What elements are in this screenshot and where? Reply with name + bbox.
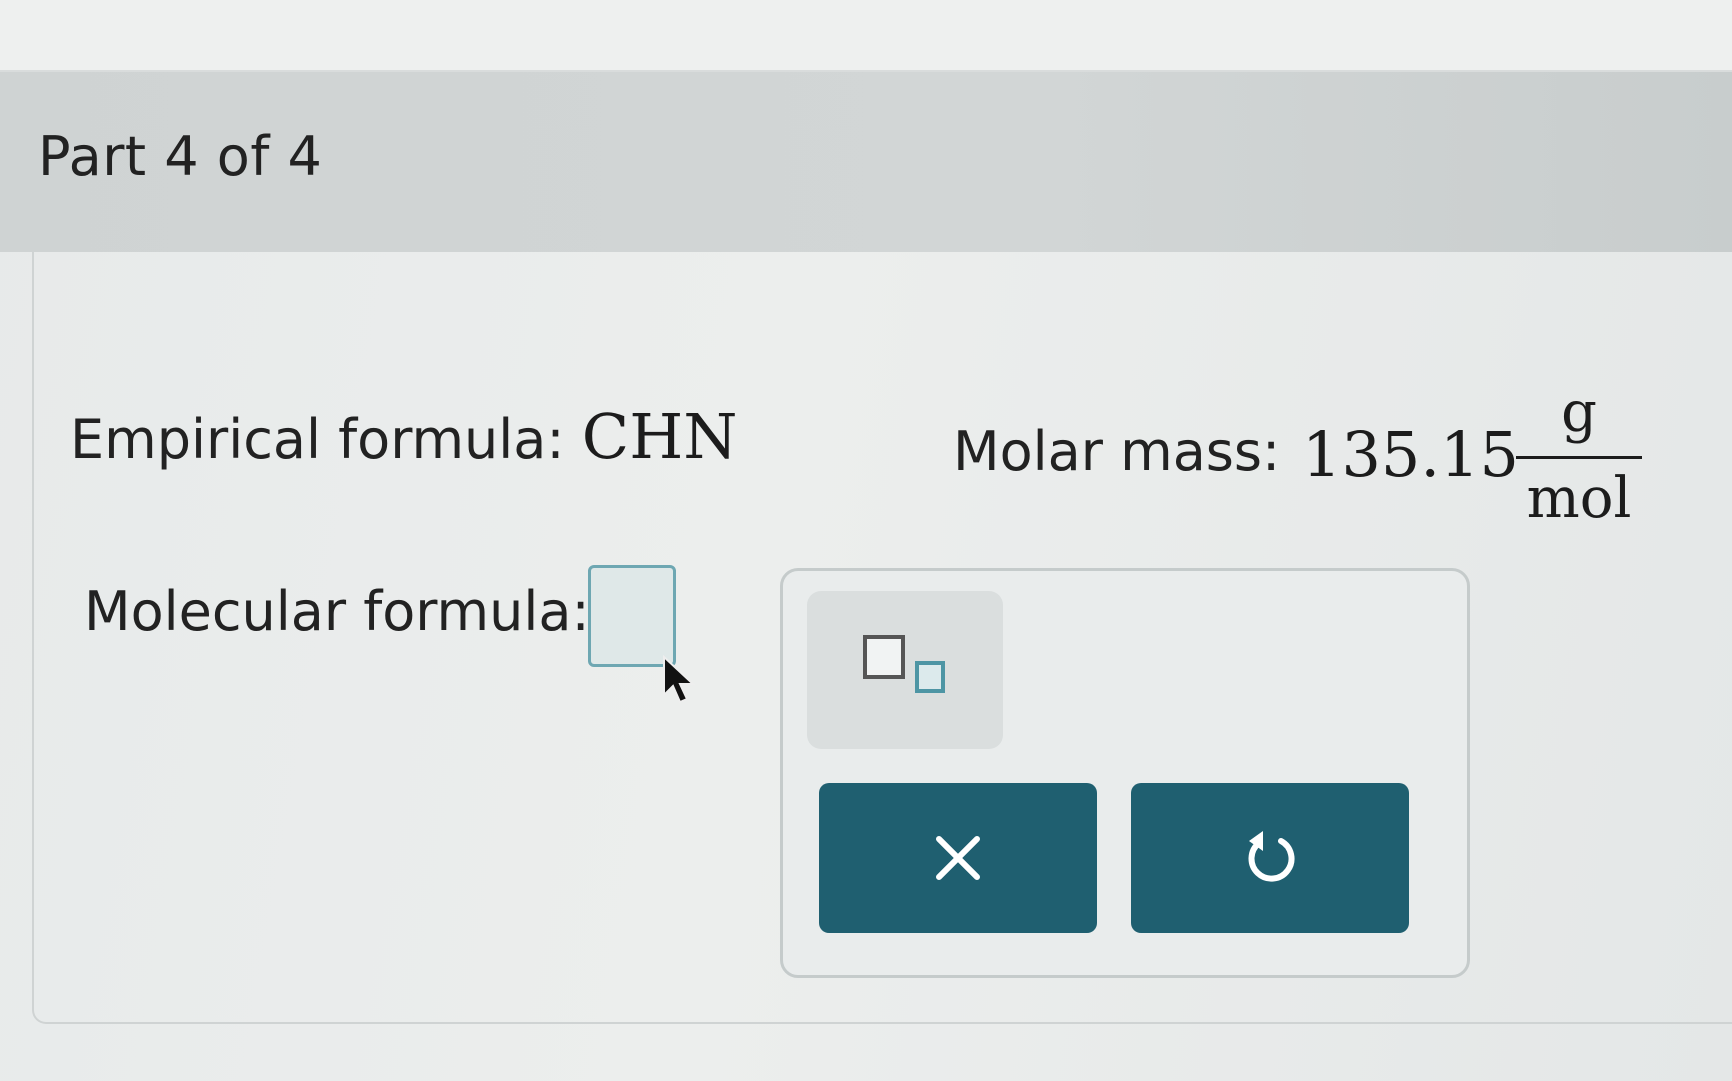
close-icon — [936, 836, 980, 880]
undo-button[interactable] — [1131, 783, 1409, 933]
molar-mass-label: Molar mass: — [953, 420, 1281, 483]
part-title: Part 4 of 4 — [38, 125, 323, 188]
empirical-formula-value: CHN — [581, 400, 738, 473]
mouse-pointer-icon — [663, 655, 696, 704]
empirical-formula-label: Empirical formula: — [70, 408, 565, 471]
molar-mass-unit: g mol — [1516, 380, 1642, 540]
formula-palette — [780, 568, 1470, 978]
empirical-formula-row: Empirical formula: CHN — [70, 400, 738, 473]
molar-mass-value: 135.15 — [1302, 418, 1519, 491]
fraction-bar — [1516, 456, 1642, 459]
molecular-formula-label: Molecular formula: — [84, 580, 590, 643]
unit-numerator: g — [1561, 380, 1597, 445]
subscript-tool-button[interactable] — [807, 591, 1003, 749]
undo-icon — [1248, 831, 1295, 882]
molecular-formula-input[interactable] — [588, 565, 676, 667]
subscript-icon — [863, 635, 905, 679]
clear-button[interactable] — [819, 783, 1097, 933]
top-strip — [0, 0, 1732, 72]
unit-denominator: mol — [1526, 466, 1632, 531]
subscript-small-box — [915, 661, 945, 693]
page: Part 4 of 4 Empirical formula: CHN Molar… — [0, 0, 1732, 1081]
